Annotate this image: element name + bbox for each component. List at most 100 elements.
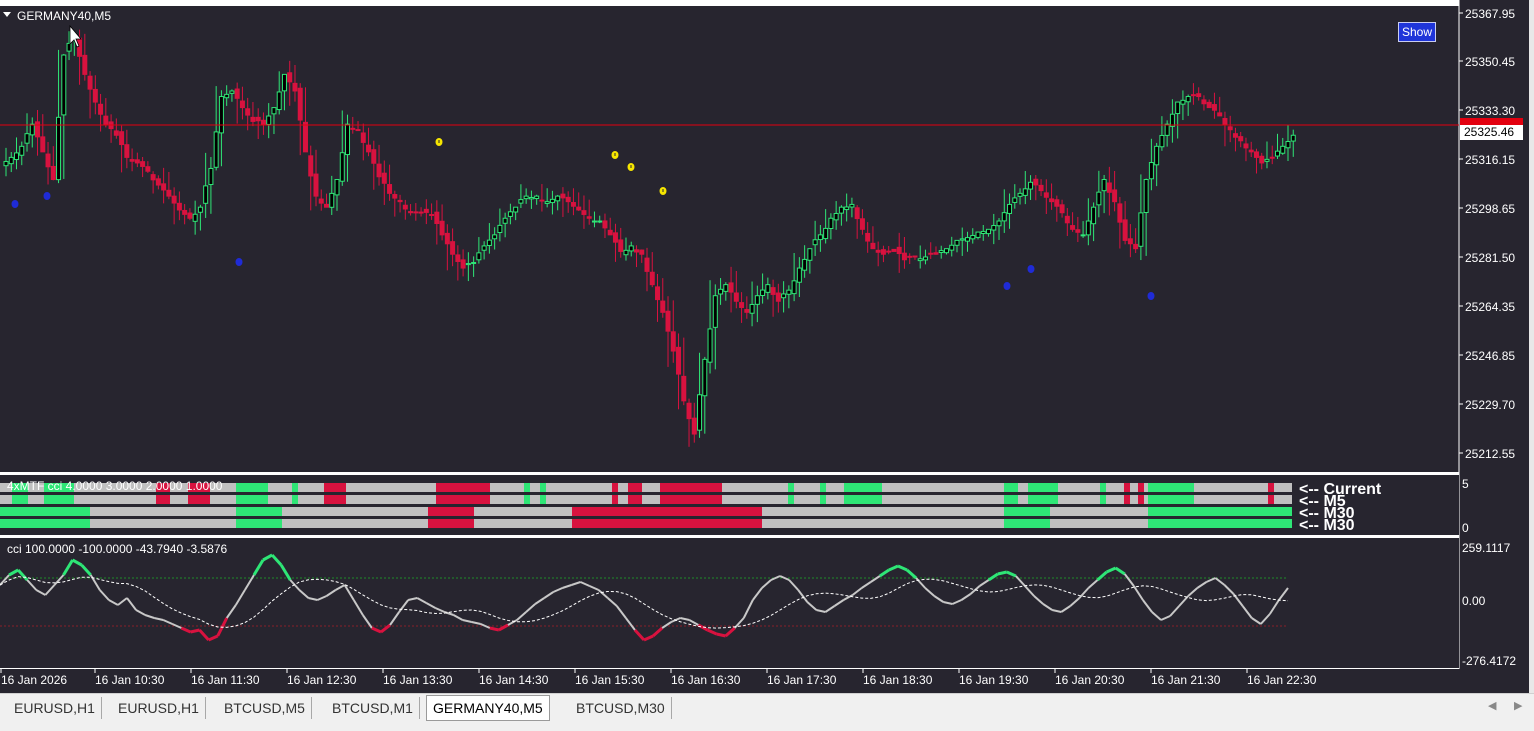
mtf-segment [282,507,428,516]
mtf-scale-top: 5 [1462,477,1469,491]
mtf-segment [292,483,298,492]
mtf-segment [156,495,170,504]
trading-chart-window: 25367.95 25350.45 25333.30 25316.15 25298.65… [0,0,1534,693]
mtf-segment [474,519,572,528]
mtf-segment [524,495,530,504]
time-label: 16 Jan 20:30 [1055,673,1125,687]
tab-btcusd-m1[interactable]: BTCUSD,M1 [326,697,420,719]
show-button[interactable]: Show [1398,22,1436,42]
buy-signal-marker [43,192,51,200]
mtf-segment [1144,495,1148,504]
cci-scale-label: -276.4172 [1462,654,1516,668]
cci-segment [190,628,200,634]
mtf-row-label: <-- M30 [1299,517,1355,534]
mtf-segment [436,483,490,492]
mtf-segment [0,507,90,516]
mtf-segment [1194,483,1268,492]
mtf-segment [882,483,1004,492]
time-label: 16 Jan 16:30 [671,673,741,687]
mtf-segment [298,495,324,504]
mtf-segment [1130,495,1138,504]
price-tag-band [1460,118,1523,125]
mtf-segment [346,495,436,504]
mtf-segment [1004,483,1018,492]
mtf-segment [436,495,490,504]
mtf-segment [1138,483,1144,492]
tab-eurusd-h1[interactable]: EURUSD,H1 [8,697,102,719]
price-label: 25367.95 [1465,7,1515,21]
mtf-segment [1124,495,1130,504]
mtf-segment [1050,507,1148,516]
time-label: 16 Jan 18:30 [863,673,933,687]
mtf-segment [1004,507,1050,516]
mtf-segment [1194,495,1268,504]
sell-signal-marker [611,151,619,159]
mtf-segment [1268,495,1274,504]
tabs-scroll-left-icon[interactable]: ◀ [1488,699,1496,712]
mtf-segment [1148,519,1292,528]
mtf-segment [820,495,826,504]
mtf-segment [12,495,28,504]
price-label: 25350.45 [1465,55,1515,69]
tab-eurusd-h1-2[interactable]: EURUSD,H1 [112,697,206,719]
time-label: 16 Jan 17:30 [767,673,837,687]
mtf-segment [188,495,210,504]
mtf-segment [540,483,546,492]
mtf-segment [612,483,618,492]
price-label: 25264.35 [1465,300,1515,314]
sell-signal-marker [435,138,443,146]
time-label: 16 Jan 2026 [1,673,67,687]
mtf-segment [642,495,660,504]
mtf-segment [794,483,820,492]
mtf-segment [236,519,282,528]
mtf-segment [1148,507,1292,516]
mtf-segment [1138,495,1144,504]
cci-scale-label: 259.1117 [1462,541,1511,555]
mtf-segment [826,495,844,504]
mtf-segment [1124,483,1130,492]
price-label: 25298.65 [1465,202,1515,216]
price-label: 25281.50 [1465,251,1515,265]
mtf-segment [1148,495,1194,504]
mtf-segment [788,495,794,504]
mtf-segment [762,519,1004,528]
mtf-segment [490,495,524,504]
main-chart-pane[interactable] [0,6,1459,472]
mtf-segment [282,519,428,528]
mtf-segment [530,483,540,492]
mtf-segment [628,483,642,492]
mtf-segment [236,483,268,492]
price-label: 25229.70 [1465,398,1515,412]
mtf-segment [1018,495,1028,504]
tab-germany40-m5[interactable]: GERMANY40,M5 [426,695,550,721]
mtf-segment [324,495,346,504]
price-label: 25212.55 [1465,447,1515,461]
candle [891,248,897,252]
mtf-segment [74,495,156,504]
mtf-row [0,507,1292,516]
tab-btcusd-m5[interactable]: BTCUSD,M5 [218,697,312,719]
mtf-segment [1058,483,1100,492]
mtf-segment [44,495,74,504]
time-label: 16 Jan 13:30 [383,673,453,687]
tabs-scroll-right-icon[interactable]: ▶ [1514,699,1522,712]
mtf-segment [0,519,90,528]
mtf-indicator-title: 4xMTF cci 4.0000 3.0000 2.0000 1.0000 [7,479,223,493]
mtf-segment [28,495,44,504]
current-price-label: 25325.46 [1464,125,1514,139]
cci-indicator-title: cci 100.0000 -100.0000 -43.7940 -3.5876 [7,542,228,556]
mtf-segment [490,483,524,492]
price-label: 25246.85 [1465,349,1515,363]
mtf-segment [1106,483,1124,492]
mtf-segment [722,483,788,492]
time-label: 16 Jan 19:30 [959,673,1029,687]
mtf-segment [1106,495,1124,504]
price-label: 25333.30 [1465,104,1515,118]
mtf-segment [324,483,346,492]
time-label: 16 Jan 12:30 [287,673,357,687]
mtf-segment [788,483,794,492]
tab-btcusd-m30[interactable]: BTCUSD,M30 [570,697,672,719]
mtf-segment [1274,483,1292,492]
time-label: 16 Jan 11:30 [191,673,260,687]
cci-segment [716,632,726,638]
